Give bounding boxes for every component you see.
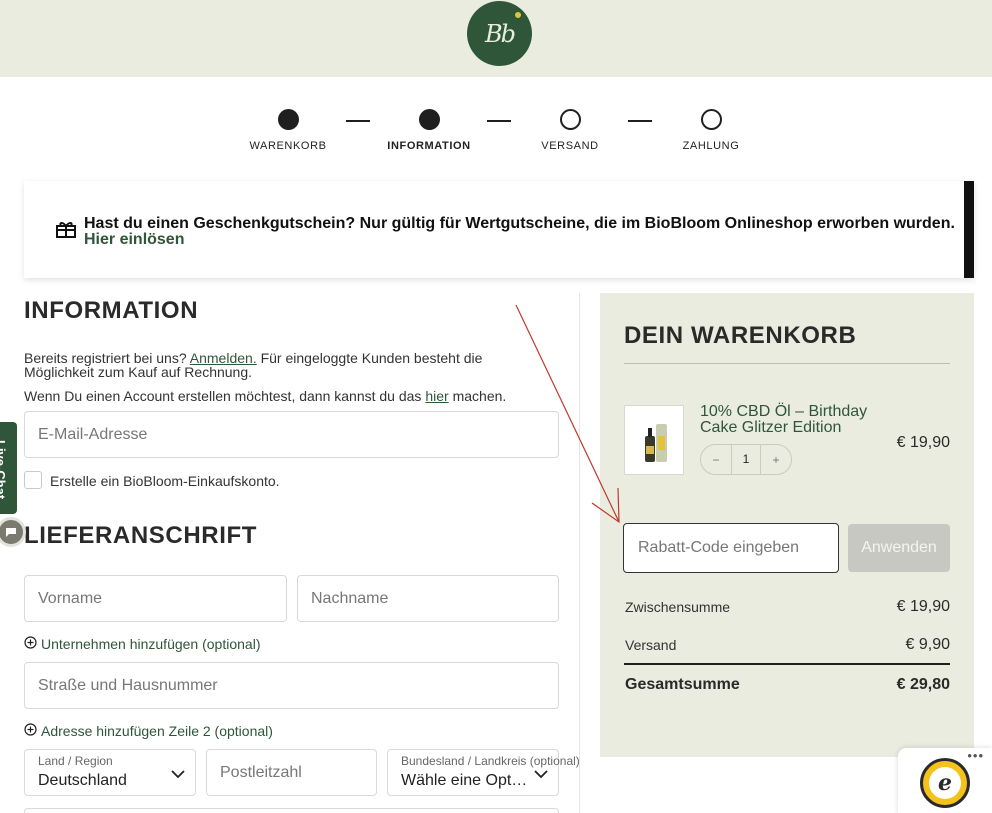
voucher-banner: Hast du einen Geschenkgutschein? Nur gül… [24, 181, 974, 278]
chat-bubble-icon[interactable] [0, 517, 26, 547]
create-account-label: Erstelle ein BioBloom-Einkaufskonto. [50, 473, 280, 489]
chevron-down-icon [534, 766, 548, 784]
add-company-link[interactable]: Unternehmen hinzufügen (optional) [24, 636, 260, 652]
step-label: WARENKORB [249, 140, 327, 152]
state-label: Bundesland / Landkreis (optional) [401, 754, 580, 768]
qty-plus-button[interactable]: + [761, 453, 791, 467]
trusted-shops-seal-icon: e [920, 758, 970, 808]
step-connector [487, 120, 511, 122]
email-field[interactable]: E-Mail-Adresse [24, 411, 559, 458]
step-connector [628, 120, 652, 122]
gift-icon [56, 220, 76, 243]
logo-dot [515, 12, 521, 18]
shipping-label: Versand [625, 637, 677, 653]
account-text-post: machen. [452, 388, 507, 404]
zip-field[interactable]: Postleitzahl [206, 749, 377, 796]
country-label: Land / Region [38, 754, 113, 768]
last-name-field[interactable]: Nachname [297, 575, 559, 622]
plus-circle-icon [24, 723, 37, 739]
product-name[interactable]: 10% CBD Öl – Birthday Cake Glitzer Editi… [700, 404, 890, 436]
subtotal-value: € 19,90 [896, 598, 950, 615]
cart-summary: DEIN WARENKORB 10% CBD Öl – Birthday Cak… [600, 293, 974, 757]
shipping-title: LIEFERANSCHRIFT [24, 522, 257, 549]
voucher-accent-bar [964, 181, 974, 278]
total-value: € 29,80 [896, 676, 950, 693]
step-dot-active [418, 109, 440, 130]
state-select[interactable]: Bundesland / Landkreis (optional) Wähle … [387, 749, 580, 796]
add-address-line-label: Adresse hinzufügen Zeile 2 (optional) [41, 723, 273, 739]
trusted-shops-badge[interactable]: ••• e [898, 748, 992, 813]
seal-letter: e [929, 767, 961, 799]
product-price: € 19,90 [896, 434, 950, 451]
step-dot-pending [700, 109, 722, 130]
account-text: Wenn Du einen Account erstellen möchtest… [24, 388, 422, 404]
step-connector [346, 120, 370, 122]
step-zahlung: ZAHLUNG [651, 109, 771, 152]
total-divider [624, 663, 950, 665]
account-note: Wenn Du einen Account erstellen möchtest… [24, 389, 506, 403]
more-icon[interactable]: ••• [967, 748, 984, 763]
step-information: INFORMATION [369, 109, 489, 152]
step-label: INFORMATION [387, 140, 471, 152]
product-image[interactable] [624, 405, 684, 475]
cart-title: DEIN WARENKORB [624, 322, 857, 349]
header-bar: Bb [0, 0, 992, 77]
country-select[interactable]: Land / Region Deutschland [24, 749, 196, 796]
registered-note: Bereits registriert bei uns? Anmelden. F… [24, 351, 482, 379]
step-dot-done [277, 109, 299, 130]
voucher-text: Hast du einen Geschenkgutschein? Nur gül… [84, 215, 955, 232]
cart-divider [624, 363, 950, 364]
total-label: Gesamtsumme [625, 676, 740, 693]
column-divider [579, 293, 580, 813]
street-field[interactable]: Straße und Hausnummer [24, 662, 559, 709]
create-account-link[interactable]: hier [425, 388, 448, 404]
registered-text-post: Für eingeloggte Kunden besteht die [260, 350, 483, 366]
step-warenkorb[interactable]: WARENKORB [228, 109, 348, 152]
qty-minus-button[interactable]: − [701, 453, 731, 467]
logo-text: Bb [485, 19, 516, 48]
discount-code-input[interactable]: Rabatt-Code eingeben [623, 523, 839, 573]
next-field-partial[interactable] [24, 808, 559, 813]
add-company-label: Unternehmen hinzufügen (optional) [41, 636, 261, 652]
step-versand: VERSAND [510, 109, 630, 152]
add-address-line-link[interactable]: Adresse hinzufügen Zeile 2 (optional) [24, 723, 273, 739]
subtotal-label: Zwischensumme [625, 599, 731, 615]
step-label: ZAHLUNG [682, 140, 740, 152]
brand-logo[interactable]: Bb [467, 1, 532, 66]
step-dot-pending [559, 109, 581, 130]
create-account-checkbox[interactable] [24, 471, 42, 489]
livechat-label[interactable]: Live-Chat [0, 440, 8, 499]
state-value: Wähle eine Option… [401, 772, 529, 789]
information-title: INFORMATION [24, 297, 199, 324]
chevron-down-icon [171, 766, 185, 784]
first-name-field[interactable]: Vorname [24, 575, 287, 622]
apply-discount-button[interactable]: Anwenden [848, 524, 950, 572]
shipping-value: € 9,90 [905, 636, 950, 653]
voucher-redeem-link[interactable]: Hier einlösen [84, 231, 184, 249]
step-label: VERSAND [541, 140, 599, 152]
plus-circle-icon [24, 636, 37, 652]
qty-value[interactable]: 1 [731, 445, 761, 474]
quantity-stepper: − 1 + [700, 444, 792, 475]
country-value: Deutschland [38, 772, 127, 789]
registered-text-line2: Möglichkeit zum Kauf auf Rechnung. [24, 364, 253, 380]
